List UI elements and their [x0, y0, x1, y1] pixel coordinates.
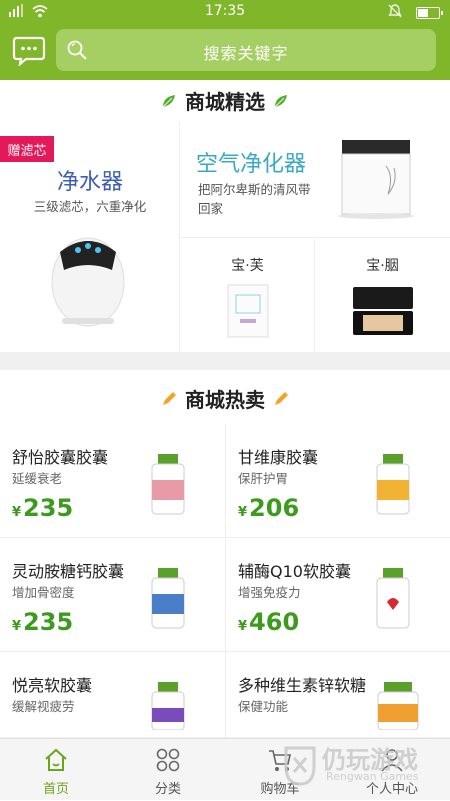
tab-label: 首页: [42, 782, 69, 797]
pencil-icon: [275, 391, 288, 405]
hot-section-title: 商城热卖: [0, 384, 450, 413]
baodan-compact-image: [353, 287, 413, 335]
product-bottle-image: [376, 454, 410, 515]
product-card[interactable]: 舒怡胶囊胶囊 延缓衰老 ¥235: [0, 424, 225, 538]
water-purifier-title: 净水器: [56, 170, 123, 195]
product-bottle-image: [151, 568, 185, 629]
message-button[interactable]: [12, 36, 46, 67]
product-card[interactable]: 灵动胺糖钙胶囊 增加骨密度 ¥235: [0, 538, 225, 652]
air-purifier-image: [338, 140, 414, 219]
currency-symbol: ¥: [12, 505, 22, 520]
leaf-icon: [274, 94, 287, 107]
air-purifier-subtitle: 把阿尔卑斯的清风带回家: [198, 182, 311, 216]
product-name: 舒怡胶囊胶囊: [12, 448, 109, 467]
status-bar: 17:35: [0, 0, 450, 24]
featured-grid: 赠滤芯 净水器 三级滤芯，六重净化 空气净化器 把阿尔卑斯的清风带回家 宝·芙 …: [0, 122, 450, 352]
product-desc: 增强免疫力: [238, 585, 301, 600]
water-purifier-image: [51, 237, 125, 327]
watermark-subtext: Rengwan Games: [326, 770, 419, 783]
product-bottle-image: [151, 454, 185, 515]
product-price: ¥235: [12, 494, 73, 522]
baofu-card[interactable]: 宝·芙: [180, 239, 315, 352]
price-value: 235: [23, 494, 74, 522]
product-card[interactable]: 多种维生素锌软糖 保健功能: [225, 652, 450, 738]
top-bar: 搜索关键字: [0, 24, 450, 80]
product-name: 多种维生素锌软糖: [238, 676, 367, 695]
baofu-title: 宝·芙: [231, 258, 264, 274]
product-price: ¥206: [238, 494, 299, 522]
product-name: 辅酶Q10软胶囊: [238, 562, 351, 581]
featured-section-title: 商城精选: [0, 86, 450, 115]
search-placeholder: 搜索关键字: [203, 44, 289, 63]
price-value: 206: [249, 494, 300, 522]
featured-title-text: 商城精选: [185, 90, 265, 114]
hot-title-text: 商城热卖: [185, 388, 265, 412]
product-desc: 增加骨密度: [12, 585, 75, 600]
currency-symbol: ¥: [238, 619, 248, 634]
currency-symbol: ¥: [238, 505, 248, 520]
air-purifier-title: 空气净化器: [196, 152, 307, 177]
price-value: 235: [23, 608, 74, 636]
product-name: 悦亮软胶囊: [12, 676, 93, 695]
home-icon: [45, 748, 67, 771]
battery-level: [418, 9, 428, 17]
message-icon: [12, 36, 46, 67]
water-purifier-card[interactable]: 赠滤芯 净水器 三级滤芯，六重净化: [0, 122, 180, 352]
product-card[interactable]: 悦亮软胶囊 缓解视疲劳: [0, 652, 225, 738]
water-purifier-subtitle: 三级滤芯，六重净化: [33, 199, 147, 214]
tab-category[interactable]: 分类: [112, 739, 224, 801]
air-purifier-card[interactable]: 空气净化器 把阿尔卑斯的清风带回家: [180, 122, 450, 238]
product-desc: 保健功能: [238, 699, 289, 714]
status-time: 17:35: [204, 3, 246, 19]
product-name: 灵动胺糖钙胶囊: [12, 562, 125, 581]
tab-label: 分类: [154, 782, 181, 797]
watermark: 仍玩游戏 Rengwan Games: [276, 738, 446, 794]
product-desc: 保肝护胃: [238, 471, 289, 486]
product-card[interactable]: 甘维康胶囊 保肝护胃 ¥206: [225, 424, 450, 538]
product-price: ¥235: [12, 608, 73, 636]
watermark-logo: [284, 746, 316, 786]
gift-badge: 赠滤芯: [0, 136, 54, 162]
product-price: ¥460: [238, 608, 299, 636]
tab-home[interactable]: 首页: [0, 739, 112, 801]
product-desc: 缓解视疲劳: [12, 699, 75, 714]
product-name: 甘维康胶囊: [238, 448, 319, 467]
baofu-image: [227, 284, 269, 338]
search-input[interactable]: 搜索关键字: [56, 29, 436, 71]
baodan-card[interactable]: 宝·胭: [315, 239, 450, 352]
pencil-icon: [163, 391, 176, 405]
price-value: 460: [249, 608, 300, 636]
product-desc: 延缓衰老: [12, 471, 63, 486]
product-bottle-image: [151, 682, 185, 730]
baodan-title: 宝·胭: [366, 258, 399, 274]
leaf-icon: [162, 94, 175, 107]
product-bottle-image: [376, 568, 410, 629]
product-jar-image: [377, 682, 419, 730]
section-divider: [0, 352, 450, 370]
battery-icon: [416, 7, 443, 19]
grid-icon: [156, 748, 180, 772]
product-card[interactable]: 辅酶Q10软胶囊 增强免疫力 ¥460: [225, 538, 450, 652]
currency-symbol: ¥: [12, 619, 22, 634]
mute-bell-icon: [388, 4, 402, 22]
